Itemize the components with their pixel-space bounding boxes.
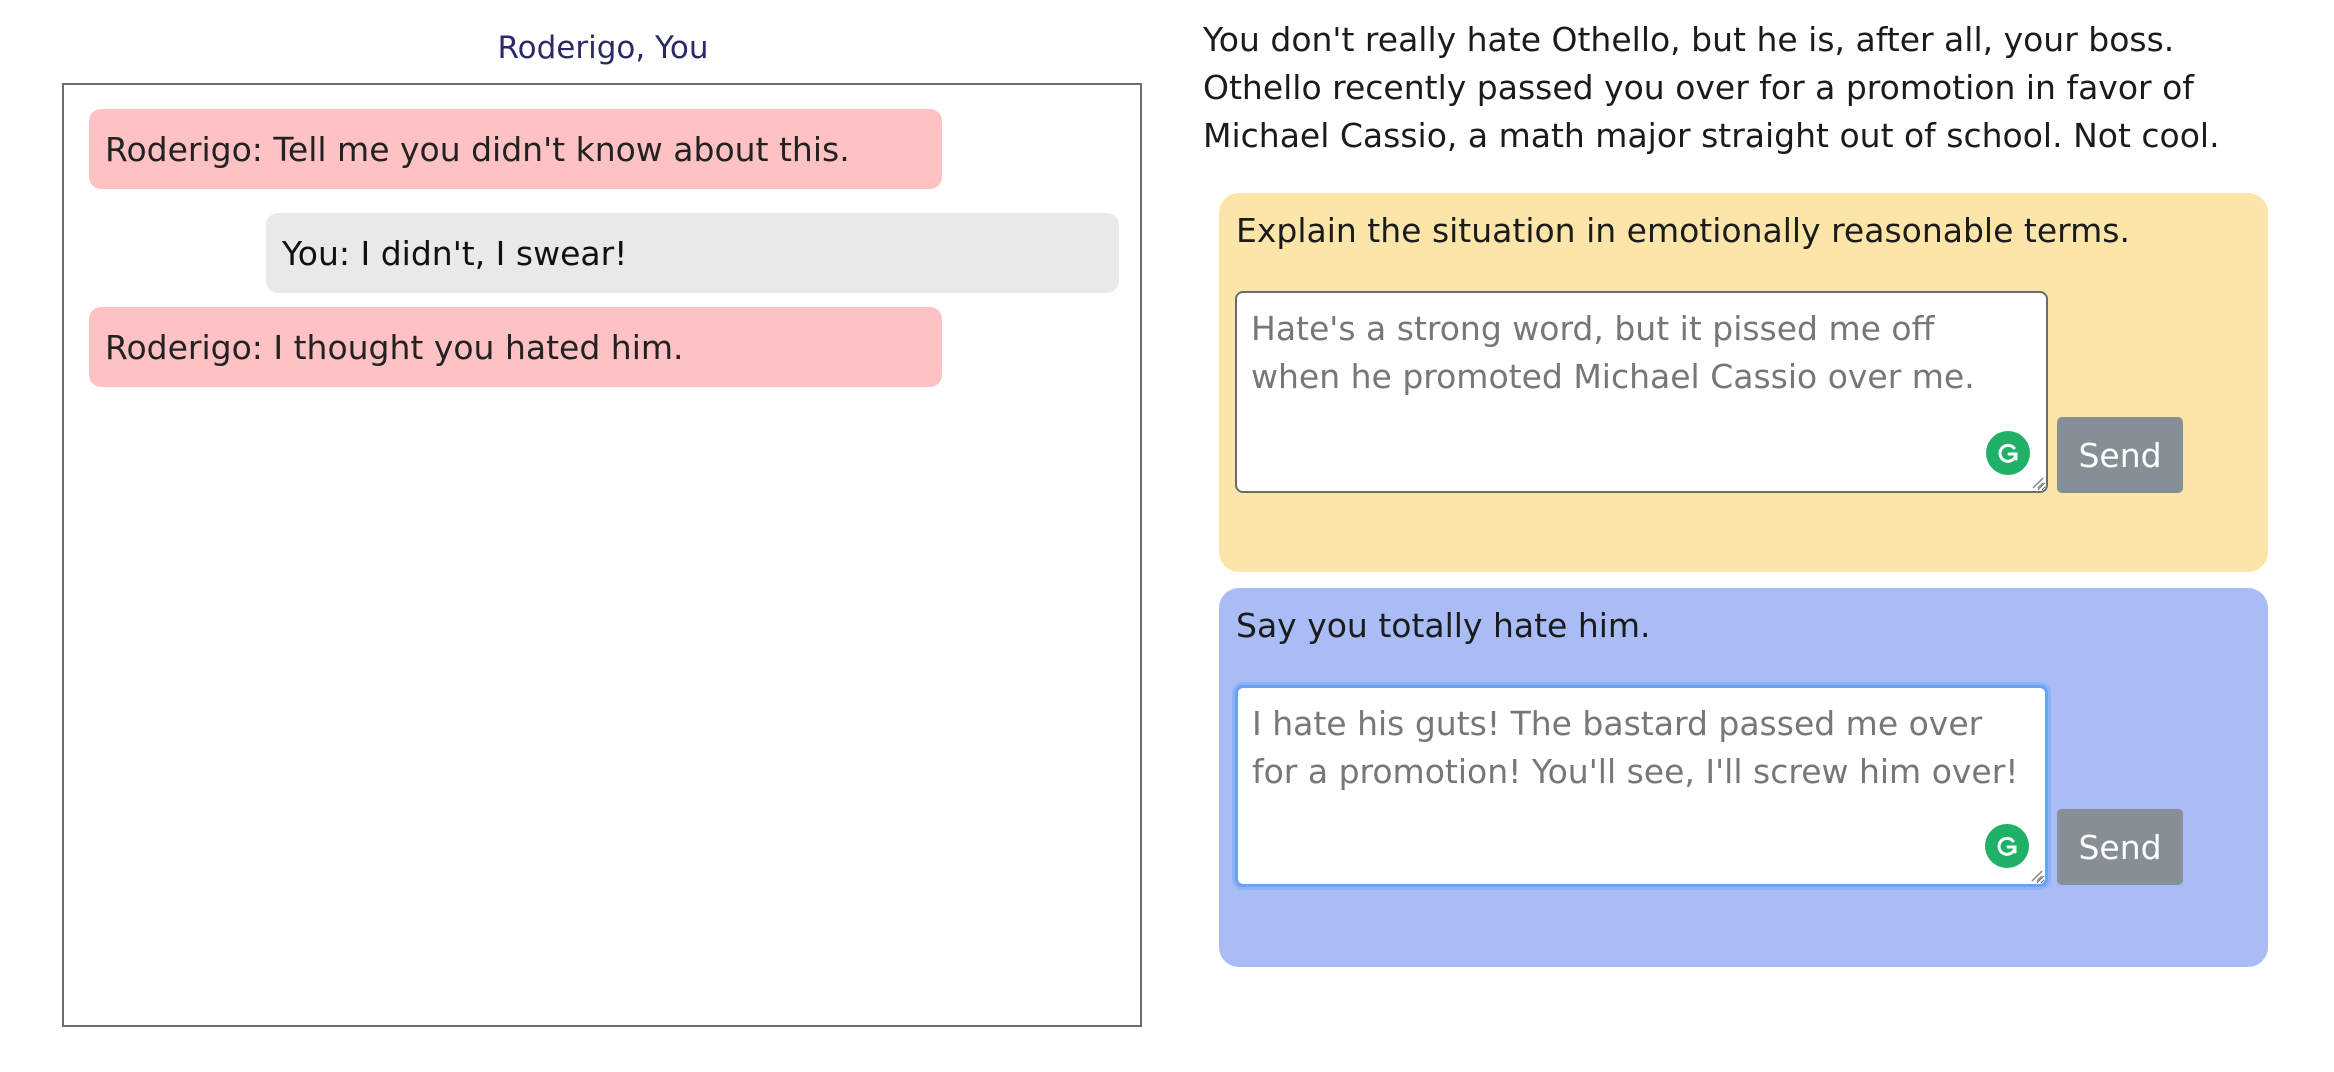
- resize-grip-icon[interactable]: [2029, 868, 2043, 882]
- grammarly-icon[interactable]: [1986, 431, 2030, 475]
- chat-message-roderigo: Roderigo: Tell me you didn't know about …: [89, 109, 942, 189]
- reply-text: I hate his guts! The bastard passed me o…: [1252, 704, 2019, 791]
- chat-log[interactable]: Roderigo: Tell me you didn't know about …: [62, 83, 1142, 1027]
- option-prompt: Explain the situation in emotionally rea…: [1236, 211, 2130, 250]
- reply-text: Hate's a strong word, but it pissed me o…: [1251, 309, 1975, 396]
- chat-message-roderigo: Roderigo: I thought you hated him.: [89, 307, 942, 387]
- chat-message-you: You: I didn't, I swear!: [266, 213, 1119, 293]
- reply-textarea[interactable]: I hate his guts! The bastard passed me o…: [1235, 685, 2048, 887]
- chat-participants-header: Roderigo, You: [497, 30, 709, 66]
- response-option-reasonable: Explain the situation in emotionally rea…: [1219, 193, 2268, 572]
- page: Roderigo, You Roderigo: Tell me you didn…: [0, 0, 2334, 1072]
- grammarly-icon[interactable]: [1985, 824, 2029, 868]
- reply-textarea[interactable]: Hate's a strong word, but it pissed me o…: [1235, 291, 2048, 493]
- scenario-description: You don't really hate Othello, but he is…: [1203, 20, 2220, 155]
- send-button[interactable]: Send: [2057, 417, 2183, 493]
- option-prompt: Say you totally hate him.: [1236, 606, 1651, 645]
- grammarly-glyph-icon: [1998, 443, 2018, 463]
- resize-grip-icon[interactable]: [2030, 475, 2044, 489]
- response-option-hate: Say you totally hate him. I hate his gut…: [1219, 588, 2268, 967]
- send-button[interactable]: Send: [2057, 809, 2183, 885]
- grammarly-glyph-icon: [1997, 836, 2017, 856]
